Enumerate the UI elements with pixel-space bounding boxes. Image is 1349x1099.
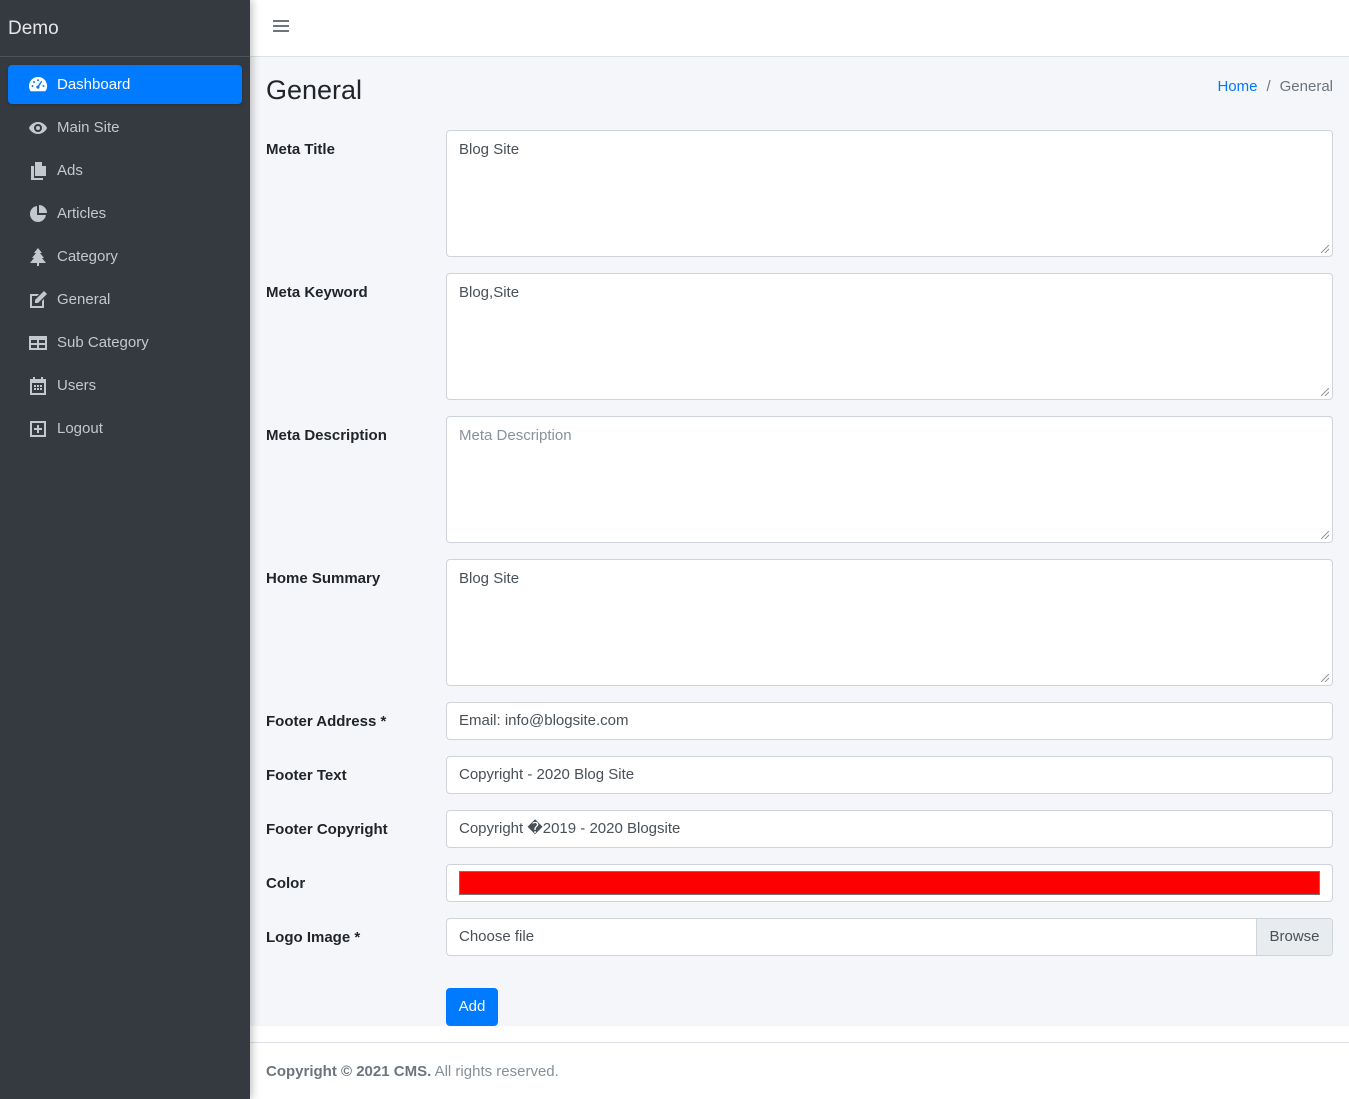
footer-copyright-text: Copyright © 2021 CMS. All rights reserve… xyxy=(266,1063,559,1080)
sidebar-nav: Dashboard Main Site Ads Articles Categor… xyxy=(0,57,250,448)
sidebar-item-label: Category xyxy=(57,248,118,265)
meta-title-label: Meta Title xyxy=(266,141,335,158)
top-navbar xyxy=(250,0,1349,57)
eye-icon xyxy=(27,118,49,138)
sidebar-item-articles[interactable]: Articles xyxy=(8,194,242,233)
footer-address-label: Footer Address * xyxy=(266,713,387,730)
table-icon xyxy=(27,333,49,353)
sidebar-item-users[interactable]: Users xyxy=(8,366,242,405)
sidebar-item-label: Sub Category xyxy=(57,334,149,351)
sidebar-item-label: Users xyxy=(57,377,97,394)
meta-description-placeholder: Meta Description xyxy=(459,427,572,444)
color-label: Color xyxy=(266,875,306,892)
breadcrumb-home-link[interactable]: Home xyxy=(1217,78,1257,95)
sidebar: Demo Dashboard Main Site Ads Articles Ca… xyxy=(0,0,250,1099)
logo-file-input[interactable]: Choose file Browse xyxy=(446,918,1333,956)
meta-description-textarea[interactable]: Meta Description xyxy=(446,416,1333,543)
color-swatch xyxy=(459,871,1320,895)
breadcrumb: Home / General xyxy=(1217,78,1333,95)
browse-button[interactable]: Browse xyxy=(1256,919,1332,955)
footer-text-input[interactable]: Copyright - 2020 Blog Site xyxy=(446,756,1333,794)
meta-description-label: Meta Description xyxy=(266,427,387,444)
footer-text-label: Footer Text xyxy=(266,767,347,784)
sidebar-item-main-site[interactable]: Main Site xyxy=(8,108,242,147)
sidebar-item-sub-category[interactable]: Sub Category xyxy=(8,323,242,362)
color-picker[interactable] xyxy=(446,864,1333,902)
meta-keyword-label: Meta Keyword xyxy=(266,284,368,301)
breadcrumb-current: General xyxy=(1279,78,1333,95)
content-bottom-gap xyxy=(250,1026,1349,1042)
logo-image-label: Logo Image * xyxy=(266,929,361,946)
pie-chart-icon xyxy=(27,204,49,224)
sidebar-item-category[interactable]: Category xyxy=(8,237,242,276)
page-footer: Copyright © 2021 CMS. All rights reserve… xyxy=(250,1042,1349,1099)
sidebar-item-label: Articles xyxy=(57,205,107,222)
dashboard-icon xyxy=(27,75,49,95)
copy-icon xyxy=(27,161,49,181)
plus-square-icon xyxy=(27,419,49,439)
main-content: General Home / General Meta Title Blog Sit… xyxy=(250,57,1349,1026)
file-input-text: Choose file xyxy=(459,928,535,945)
footer-copyright-label: Footer Copyright xyxy=(266,821,388,838)
sidebar-item-label: General xyxy=(57,291,111,308)
footer-rights-text: All rights reserved. xyxy=(431,1063,559,1080)
footer-copyright-bold: Copyright © 2021 CMS. xyxy=(266,1063,432,1080)
sidebar-item-logout[interactable]: Logout xyxy=(8,409,242,448)
sidebar-item-dashboard[interactable]: Dashboard xyxy=(8,65,242,104)
footer-copyright-input[interactable]: Copyright �2019 - 2020 Blogsite xyxy=(446,810,1333,848)
sidebar-item-ads[interactable]: Ads xyxy=(8,151,242,190)
edit-icon xyxy=(27,290,49,310)
home-summary-value: Blog Site xyxy=(459,570,520,587)
add-button[interactable]: Add xyxy=(446,988,498,1026)
tree-icon xyxy=(27,247,49,267)
meta-keyword-value: Blog,Site xyxy=(459,284,520,301)
footer-address-input[interactable]: Email: info@blogsite.com xyxy=(446,702,1333,740)
sidebar-item-label: Main Site xyxy=(57,119,120,136)
meta-keyword-textarea[interactable]: Blog,Site xyxy=(446,273,1333,400)
meta-title-textarea[interactable]: Blog Site xyxy=(446,130,1333,257)
brand-logo[interactable]: Demo xyxy=(0,0,250,57)
sidebar-item-label: Logout xyxy=(57,420,103,437)
meta-title-value: Blog Site xyxy=(459,141,520,158)
home-summary-textarea[interactable]: Blog Site xyxy=(446,559,1333,686)
calendar-icon xyxy=(27,376,49,396)
breadcrumb-separator: / xyxy=(1266,78,1271,95)
page-title: General xyxy=(266,75,363,105)
sidebar-item-label: Ads xyxy=(57,162,83,179)
sidebar-item-label: Dashboard xyxy=(57,76,131,93)
home-summary-label: Home Summary xyxy=(266,570,381,587)
menu-toggle-icon[interactable] xyxy=(273,20,289,34)
sidebar-item-general[interactable]: General xyxy=(8,280,242,319)
